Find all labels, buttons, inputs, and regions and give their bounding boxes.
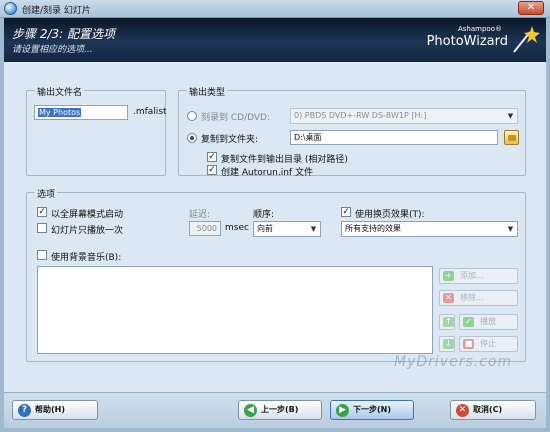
- copy-folder-radio[interactable]: [187, 133, 197, 143]
- music-label: 使用背景音乐(B):: [51, 253, 122, 263]
- remove-icon: ✕: [443, 293, 454, 303]
- brand-small: Ashampoo®: [458, 25, 502, 33]
- step-title: 步骤 2/3: 配置选项: [12, 27, 115, 41]
- check-icon: ✓: [463, 317, 474, 327]
- watermark: MyDrivers.com: [394, 354, 513, 370]
- close-button[interactable]: ✕: [518, 1, 544, 15]
- arrow-left-icon: ◀: [244, 404, 257, 417]
- cancel-button[interactable]: ✕ 取消(C): [450, 400, 536, 420]
- help-icon: ?: [18, 404, 31, 417]
- delay-unit: msec: [225, 223, 249, 233]
- wizard-header: 步骤 2/3: 配置选项 请设置相应的选项... Ashampoo® Photo…: [4, 18, 546, 62]
- output-type-title: 输出类型: [187, 85, 228, 98]
- play-once-checkbox[interactable]: [37, 223, 47, 233]
- burn-cd-radio[interactable]: [187, 111, 197, 121]
- arrow-right-icon: ▶: [336, 404, 349, 417]
- transition-checkbox[interactable]: ✓: [341, 207, 351, 217]
- move-down-button[interactable]: ↓: [439, 336, 455, 352]
- back-button[interactable]: ◀ 上一步(B): [238, 400, 322, 420]
- next-button[interactable]: ▶ 下一步(N): [330, 400, 414, 420]
- fullscreen-checkbox[interactable]: ✓: [37, 207, 47, 217]
- filename-extension: .mfalist: [133, 107, 167, 117]
- title-bar: 创建/刻录 幻灯片 ✕: [0, 0, 550, 18]
- arrow-up-icon: ↑: [443, 317, 454, 327]
- output-type-group: 输出类型 刻录到 CD/DVD: 0) PBDS DVD+-RW DS-8W1P…: [178, 85, 526, 178]
- stop-icon: ■: [463, 339, 474, 349]
- move-up-button[interactable]: ↑: [439, 314, 455, 330]
- folder-path-input[interactable]: D:\桌面: [290, 130, 498, 145]
- create-autorun-checkbox[interactable]: ✓: [207, 165, 217, 175]
- music-list[interactable]: [37, 266, 433, 354]
- options-title: 选项: [35, 187, 58, 200]
- copy-folder-label: 复制到文件夹:: [201, 135, 259, 145]
- arrow-down-icon: ↓: [443, 339, 454, 349]
- delay-input[interactable]: 5000: [189, 221, 221, 236]
- fullscreen-label: 以全屏幕模式启动: [51, 210, 124, 220]
- delay-label: 延迟:: [189, 210, 211, 220]
- burn-cd-label: 刻录到 CD/DVD:: [201, 113, 270, 123]
- transition-label: 使用换页效果(T):: [355, 210, 425, 220]
- order-label: 顺序:: [253, 210, 275, 220]
- stop-music-button[interactable]: ■ 停止: [459, 336, 518, 352]
- add-music-button[interactable]: + 添加...: [439, 268, 518, 284]
- browse-folder-icon[interactable]: [504, 130, 519, 145]
- order-select[interactable]: 向前 ▼: [253, 221, 321, 237]
- window-title: 创建/刻录 幻灯片: [22, 6, 91, 16]
- remove-music-button[interactable]: ✕ 移除...: [439, 290, 518, 306]
- copy-to-output-label: 复制文件到输出目录 (相对路径): [221, 155, 348, 165]
- chevron-down-icon: ▼: [507, 225, 514, 233]
- play-music-button[interactable]: ✓ 播放: [459, 314, 518, 330]
- music-checkbox[interactable]: [37, 250, 47, 260]
- step-subtitle: 请设置相应的选项...: [12, 45, 93, 55]
- copy-to-output-checkbox[interactable]: ✓: [207, 152, 217, 162]
- output-name-group: 输出文件名 My Photos .mfalist: [26, 85, 167, 176]
- chevron-down-icon: ▼: [310, 225, 317, 233]
- drive-select[interactable]: 0) PBDS DVD+-RW DS-8W1P [H:] ▼: [290, 108, 518, 124]
- filename-input[interactable]: My Photos: [34, 105, 128, 120]
- add-icon: +: [443, 271, 454, 281]
- play-once-label: 幻灯片只播放一次: [51, 226, 124, 236]
- options-group: 选项 ✓ 以全屏幕模式启动 幻灯片只播放一次 延迟: 5000 msec 顺序:…: [26, 187, 526, 362]
- chevron-down-icon: ▼: [507, 112, 514, 120]
- wizard-footer: ? 帮助(H) ◀ 上一步(B) ▶ 下一步(N) ✕ 取消(C): [4, 392, 546, 428]
- transition-select[interactable]: 所有支持的效果 ▼: [341, 221, 518, 237]
- brand-logo: PhotoWizard: [426, 34, 508, 49]
- cancel-icon: ✕: [456, 404, 469, 417]
- app-icon: [4, 2, 17, 15]
- main-panel: 输出文件名 My Photos .mfalist 输出类型 刻录到 CD/DVD…: [4, 62, 546, 392]
- output-name-title: 输出文件名: [35, 85, 85, 98]
- magic-wand-icon: [513, 26, 540, 53]
- help-button[interactable]: ? 帮助(H): [12, 400, 98, 420]
- create-autorun-label: 创建 Autorun.inf 文件: [221, 168, 313, 178]
